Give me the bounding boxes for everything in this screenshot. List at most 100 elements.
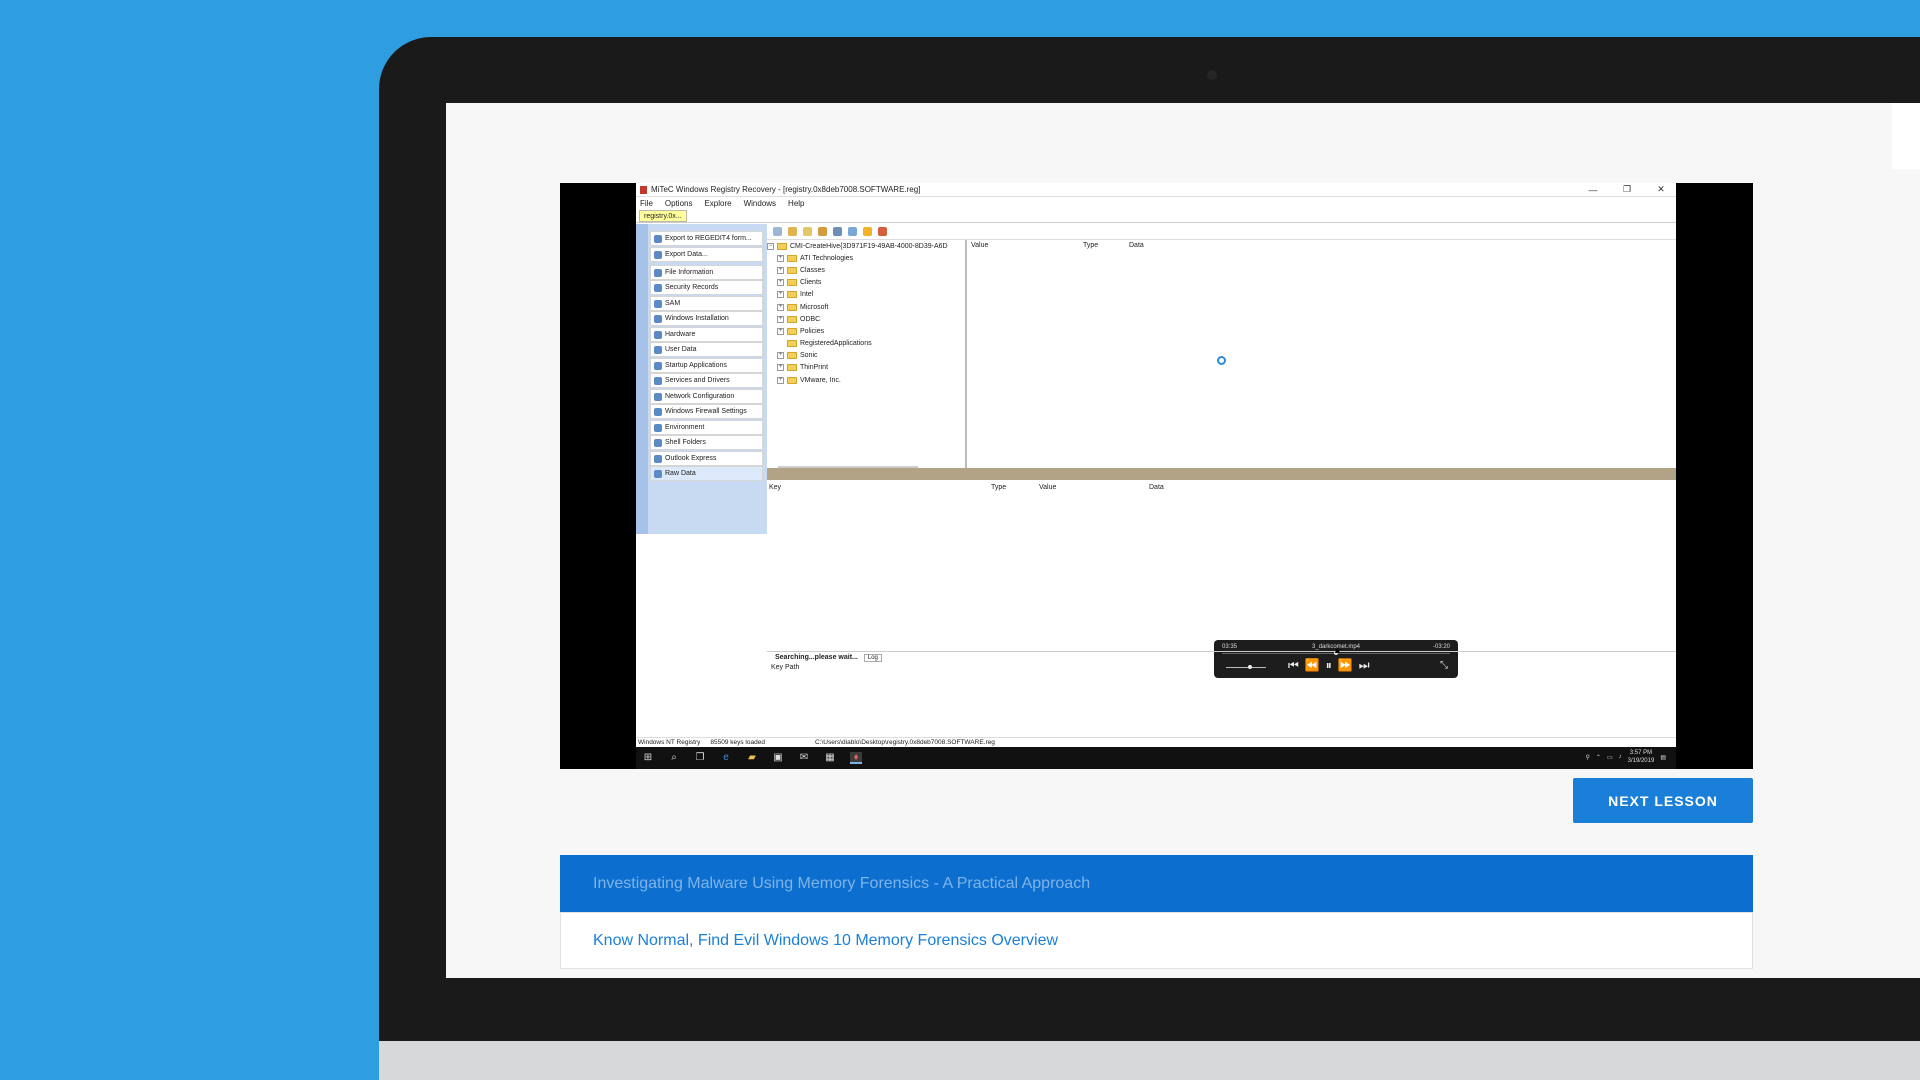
notifications-icon[interactable]: ▤ (1660, 754, 1666, 761)
key-icon[interactable] (803, 227, 812, 236)
tools-icon[interactable] (878, 227, 887, 236)
expand-icon[interactable]: + (777, 291, 784, 299)
find-icon[interactable] (848, 227, 857, 236)
expand-icon[interactable]: + (777, 352, 784, 360)
expand-icon[interactable]: + (777, 364, 784, 372)
clock[interactable]: 3:57 PM 3/19/2019 (1628, 749, 1655, 765)
startup-icon (654, 361, 662, 370)
store-icon[interactable]: ▣ (772, 752, 784, 764)
refresh-icon[interactable] (773, 227, 782, 236)
lesson-item[interactable]: Know Normal, Find Evil Windows 10 Memory… (560, 912, 1753, 969)
task-item[interactable]: Raw Data (650, 466, 763, 481)
col-value[interactable]: Value (971, 242, 988, 249)
col-data[interactable]: Data (1129, 242, 1144, 249)
log-tab[interactable]: Log (863, 653, 882, 662)
tree-item[interactable]: + Sonic (767, 350, 965, 362)
col-key-data[interactable]: Data (1149, 484, 1164, 491)
tree-item-label: Policies (800, 327, 825, 335)
next-lesson-button[interactable]: NEXT LESSON (1573, 778, 1753, 823)
expand-icon[interactable]: + (777, 266, 784, 274)
file-explorer-icon[interactable]: ▰ (746, 752, 758, 764)
search-icon[interactable]: ⌕ (668, 752, 680, 764)
tree-item[interactable]: + Intel (767, 289, 965, 301)
collapse-icon[interactable]: − (767, 242, 774, 250)
folder-icon (787, 266, 797, 274)
registry-tree[interactable]: − CMI-CreateHive{3D971F19-49AB-4000-8D39… (767, 240, 967, 472)
loading-spinner-icon (1217, 356, 1226, 365)
app-window-icon[interactable]: ▦ (824, 752, 836, 764)
task-item[interactable]: Services and Drivers (650, 373, 763, 388)
tree-item[interactable]: + Microsoft (767, 301, 965, 313)
task-item[interactable]: Security Records (650, 280, 763, 295)
expand-icon[interactable]: + (777, 315, 784, 323)
tree-item[interactable]: + Classes (767, 264, 965, 276)
task-item[interactable]: File Information (650, 265, 763, 280)
col-key-value[interactable]: Value (1039, 484, 1056, 491)
task-item[interactable]: Outlook Express (650, 451, 763, 466)
search-status: Searching...please wait... (775, 654, 858, 661)
lock-icon[interactable] (818, 227, 827, 236)
tree-item[interactable]: + ATI Technologies (767, 252, 965, 264)
tree-item[interactable]: RegisteredApplications (767, 338, 965, 350)
tree-item[interactable]: + Policies (767, 325, 965, 337)
menu-options[interactable]: Options (665, 199, 693, 208)
folder-icon (787, 364, 797, 372)
task-item[interactable]: Hardware (650, 327, 763, 342)
tree-item[interactable]: + Clients (767, 277, 965, 289)
pane-stripe (636, 224, 648, 534)
col-key[interactable]: Key (769, 484, 781, 491)
pane-splitter[interactable] (767, 468, 1676, 480)
key-path-label: Key Path (771, 664, 800, 671)
task-label: SAM (665, 300, 681, 307)
task-item[interactable]: Export to REGEDIT4 form... (650, 231, 763, 246)
task-item[interactable]: Network Configuration (650, 389, 763, 404)
network-icon[interactable]: ▭ (1607, 754, 1613, 761)
mail-icon[interactable]: ✉ (798, 752, 810, 764)
task-label: Export Data... (665, 251, 708, 258)
expand-icon[interactable]: + (777, 279, 784, 287)
expand-icon[interactable]: + (777, 376, 784, 384)
video-player[interactable]: MiTeC Windows Registry Recovery - [regis… (560, 183, 1753, 769)
close-button[interactable]: ✕ (1646, 184, 1676, 195)
task-item[interactable]: Startup Applications (650, 358, 763, 373)
minimize-button[interactable]: — (1578, 185, 1608, 195)
menu-file[interactable]: File (640, 199, 653, 208)
task-item[interactable]: Windows Firewall Settings (650, 404, 763, 419)
expand-icon[interactable]: + (777, 254, 784, 262)
task-item[interactable]: Windows Installation (650, 311, 763, 326)
tree-item[interactable]: + ThinPrint (767, 362, 965, 374)
start-icon[interactable]: ⊞ (642, 752, 654, 764)
open-icon[interactable] (788, 227, 797, 236)
tree-item[interactable]: + VMware, Inc. (767, 374, 965, 386)
task-item[interactable]: SAM (650, 296, 763, 311)
side-tab[interactable] (1892, 103, 1920, 169)
users-icon[interactable] (833, 227, 842, 236)
tray-chevron-icon[interactable]: ⌃ (1596, 754, 1601, 761)
menu-windows[interactable]: Windows (744, 199, 776, 208)
registry-recovery-icon[interactable]: ♦ (850, 752, 862, 764)
task-label: Shell Folders (665, 439, 706, 446)
maximize-button[interactable]: ❐ (1612, 184, 1642, 195)
environment-icon (654, 423, 662, 432)
menu-explore[interactable]: Explore (704, 199, 731, 208)
expand-icon[interactable]: + (777, 303, 784, 311)
task-item[interactable]: User Data (650, 342, 763, 357)
tree-root[interactable]: − CMI-CreateHive{3D971F19-49AB-4000-8D39… (767, 240, 965, 252)
edge-browser-icon[interactable]: e (720, 752, 732, 764)
volume-icon[interactable]: ♪ (1619, 754, 1622, 760)
tree-item[interactable]: + ODBC (767, 313, 965, 325)
task-item[interactable]: Environment (650, 420, 763, 435)
col-type[interactable]: Type (1083, 242, 1098, 249)
task-item[interactable]: Export Data... (650, 247, 763, 262)
col-key-type[interactable]: Type (991, 484, 1006, 491)
menu-help[interactable]: Help (788, 199, 804, 208)
document-tab[interactable]: registry.0x... (639, 209, 687, 222)
expand-icon[interactable]: + (777, 327, 784, 335)
document-tabs: registry.0x... (636, 209, 1676, 223)
folder-icon (787, 340, 797, 348)
lesson-item-active[interactable]: Investigating Malware Using Memory Foren… (560, 855, 1753, 912)
people-icon[interactable]: ⚲ (1586, 754, 1590, 761)
task-item[interactable]: Shell Folders (650, 435, 763, 450)
task-view-icon[interactable]: ❐ (694, 752, 706, 764)
forward-icon[interactable] (863, 227, 872, 236)
